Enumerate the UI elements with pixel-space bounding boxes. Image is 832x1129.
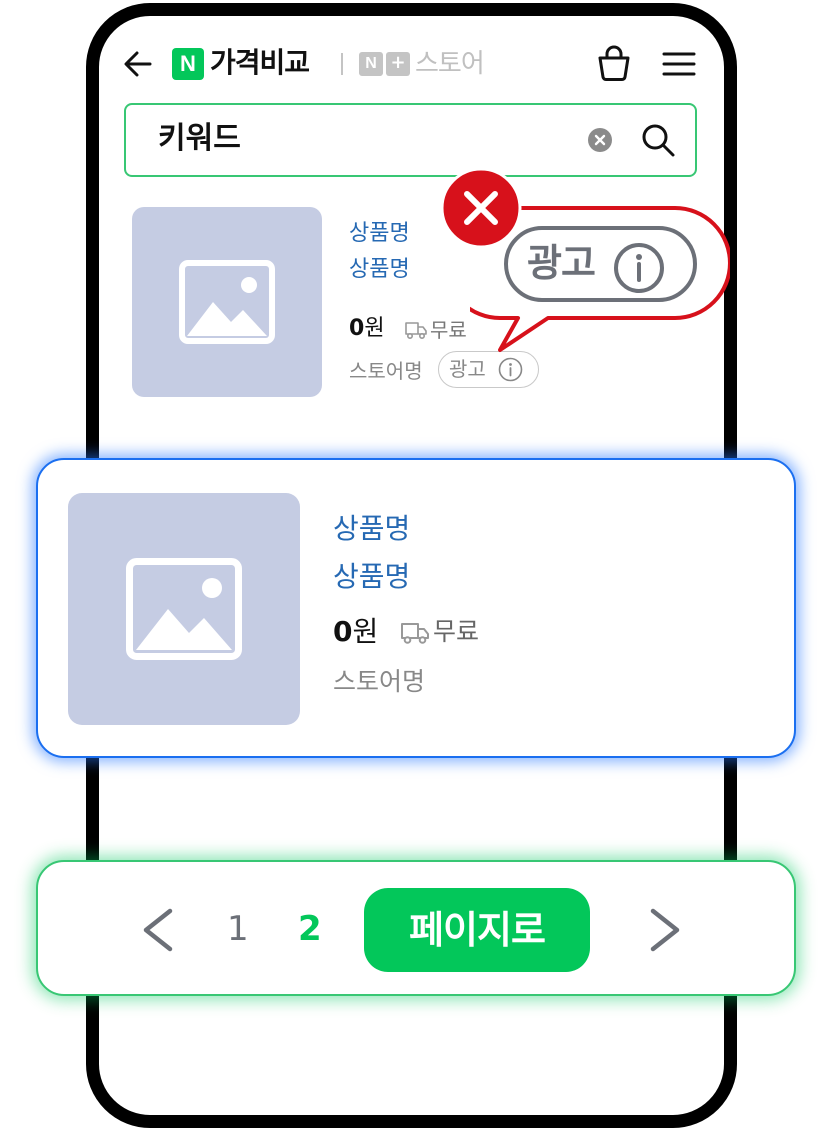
naver-logo-badge: N bbox=[172, 48, 204, 80]
store-logo-badge: N bbox=[359, 52, 383, 76]
product-price: 0원 bbox=[349, 314, 385, 344]
product-name-line: 상품명 bbox=[333, 560, 411, 593]
product-name-line: 상품명 bbox=[349, 257, 410, 282]
callout-ad-label: 광고 bbox=[527, 241, 596, 285]
store-plus-badge: + bbox=[386, 52, 410, 76]
image-placeholder-icon bbox=[179, 260, 275, 344]
chevron-left-icon[interactable] bbox=[138, 905, 178, 955]
info-icon bbox=[614, 243, 664, 293]
back-arrow-icon[interactable] bbox=[122, 49, 154, 79]
chevron-right-icon[interactable] bbox=[645, 905, 685, 955]
truck-icon bbox=[401, 623, 429, 644]
shipping-label: 무료 bbox=[430, 318, 467, 342]
product-image[interactable] bbox=[68, 493, 300, 725]
store-name[interactable]: 스토어명 bbox=[333, 664, 425, 700]
price-unit: 원 bbox=[352, 615, 379, 648]
page-number-current[interactable]: 2 bbox=[298, 906, 322, 952]
store-link[interactable]: 스토어 bbox=[415, 46, 485, 82]
cart-icon[interactable] bbox=[596, 44, 632, 82]
menu-icon[interactable] bbox=[662, 50, 696, 78]
header-divider bbox=[341, 53, 343, 75]
product-price: 0원 bbox=[333, 613, 378, 651]
price-number: 0 bbox=[333, 615, 353, 648]
x-mark-icon bbox=[440, 167, 522, 249]
go-to-page-button[interactable]: 페이지로 bbox=[364, 888, 590, 972]
price-unit: 원 bbox=[364, 316, 385, 341]
store-name[interactable]: 스토어명 bbox=[349, 357, 423, 385]
price-number: 0 bbox=[349, 316, 365, 341]
search-icon[interactable] bbox=[640, 122, 676, 158]
product-image[interactable] bbox=[132, 207, 322, 397]
page-number-1[interactable]: 1 bbox=[227, 906, 249, 952]
search-input[interactable]: 키워드 bbox=[158, 118, 241, 160]
clear-icon[interactable] bbox=[587, 127, 613, 153]
shipping-label: 무료 bbox=[433, 617, 480, 646]
truck-icon bbox=[405, 322, 427, 340]
product-name-line: 상품명 bbox=[333, 512, 411, 545]
image-placeholder-icon bbox=[126, 558, 242, 660]
product-name[interactable]: 상품명 상품명 bbox=[333, 505, 483, 601]
brand-title[interactable]: 가격비교 bbox=[210, 44, 310, 82]
